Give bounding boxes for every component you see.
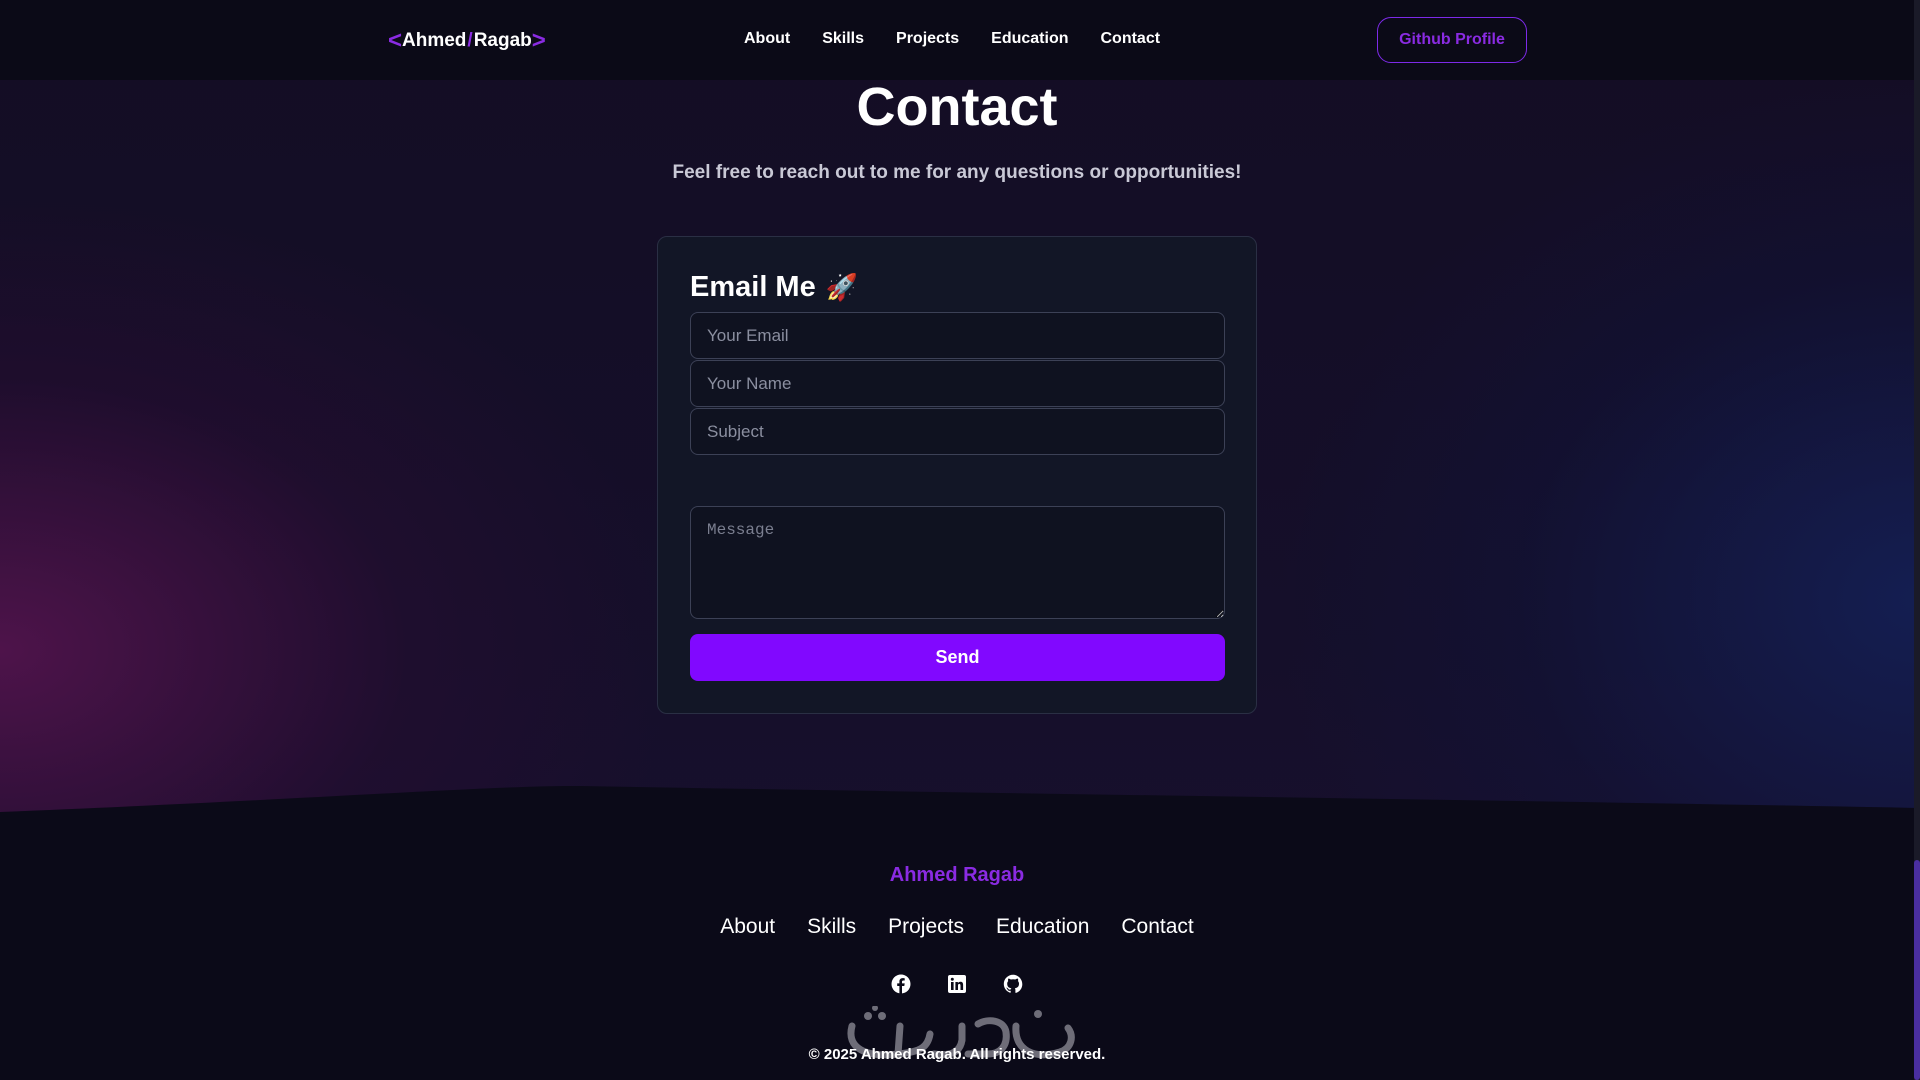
copyright-text: © 2025 Ahmed Ragab. All rights reserved. <box>808 1046 1106 1063</box>
nav-link-education[interactable]: Education <box>991 30 1068 48</box>
logo-slash: / <box>467 30 473 51</box>
social-links <box>0 974 1914 994</box>
nav-link-projects[interactable]: Projects <box>896 30 959 48</box>
footer-link-about[interactable]: About <box>720 915 775 939</box>
message-field[interactable] <box>690 506 1225 619</box>
logo-left-chevron: < <box>388 27 403 54</box>
contact-form-card: Email Me 🚀 Send <box>657 236 1257 714</box>
footer-nav: About Skills Projects Education Contact <box>0 915 1914 939</box>
footer-link-education[interactable]: Education <box>996 915 1089 939</box>
nav-link-contact[interactable]: Contact <box>1101 30 1161 48</box>
page-scrollbar[interactable] <box>1914 0 1920 1080</box>
logo-last-name: Ragab <box>473 30 532 51</box>
top-navbar: < Ahmed / Ragab > About Skills Projects … <box>0 0 1920 80</box>
main-nav: About Skills Projects Education Contact <box>744 30 1160 48</box>
linkedin-icon[interactable] <box>947 974 967 994</box>
logo-first-name: Ahmed <box>402 30 467 51</box>
github-profile-button[interactable]: Github Profile <box>1377 17 1527 63</box>
site-logo[interactable]: < Ahmed / Ragab > <box>388 28 546 54</box>
page-subtitle: Feel free to reach out to me for any que… <box>672 162 1242 183</box>
subject-field[interactable] <box>690 408 1225 455</box>
form-title: Email Me 🚀 <box>690 271 858 304</box>
github-icon[interactable] <box>1003 974 1023 994</box>
page-title: Contact <box>856 77 1058 137</box>
nav-link-about[interactable]: About <box>744 30 790 48</box>
scrollbar-thumb[interactable] <box>1914 860 1920 1080</box>
email-field[interactable] <box>690 312 1225 359</box>
name-field[interactable] <box>690 360 1225 407</box>
footer-link-contact[interactable]: Contact <box>1121 915 1193 939</box>
form-title-text: Email Me <box>690 271 816 303</box>
facebook-icon[interactable] <box>891 974 911 994</box>
send-button[interactable]: Send <box>690 634 1225 681</box>
nav-link-skills[interactable]: Skills <box>822 30 864 48</box>
footer-link-skills[interactable]: Skills <box>807 915 856 939</box>
footer-brand: Ahmed Ragab <box>889 864 1025 886</box>
logo-right-chevron: > <box>531 27 546 54</box>
rocket-icon: 🚀 <box>825 272 859 302</box>
footer-link-projects[interactable]: Projects <box>888 915 964 939</box>
